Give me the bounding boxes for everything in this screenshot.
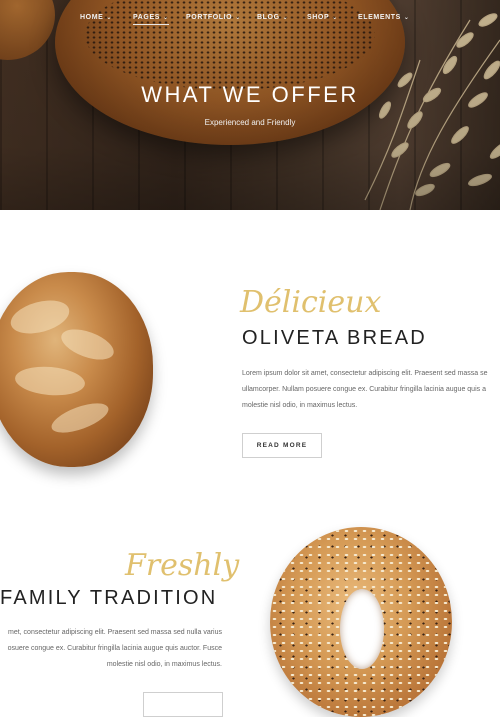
chevron-down-icon: ⌄ xyxy=(282,15,289,21)
read-more-button[interactable] xyxy=(143,692,223,717)
paragraph-line: ullamcorper. Nullam posuere congue ex. C… xyxy=(242,386,486,393)
nav-item-home[interactable]: HOME ⌄ xyxy=(80,14,112,21)
main-nav: HOME ⌄ PAGES ⌄ PORTFOLIO ⌄ BLOG ⌄ SHOP ⌄ ELEM… xyxy=(0,14,500,32)
nav-item-elements[interactable]: ELEMENTS ⌄ xyxy=(358,14,410,21)
section-paragraph: met, consectetur adipiscing elit. Praese… xyxy=(0,625,222,673)
chevron-down-icon: ⌄ xyxy=(332,15,338,21)
paragraph-line: molestie nisl odio, in maximus lectus. xyxy=(242,402,358,409)
chevron-down-icon: ⌄ xyxy=(106,15,113,21)
paragraph-line: molestie nisl odio, in maximus lectus. xyxy=(106,661,222,668)
section-heading: FAMILY TRADITION xyxy=(0,587,218,609)
hero-title: WHAT WE OFFER xyxy=(141,82,359,107)
nav-item-blog[interactable]: BLOG ⌄ xyxy=(257,14,288,21)
section-paragraph: Lorem ipsum dolor sit amet, consectetur … xyxy=(242,366,488,414)
chevron-down-icon: ⌄ xyxy=(403,15,410,21)
section-script-title: Freshly xyxy=(125,548,240,583)
section-heading: OLIVETA BREAD xyxy=(242,327,427,349)
paragraph-line: met, consectetur adipiscing elit. Praese… xyxy=(8,629,222,636)
nav-item-label: HOME xyxy=(80,14,104,21)
chevron-down-icon: ⌄ xyxy=(235,15,241,21)
nav-item-label: SHOP xyxy=(307,14,330,21)
nav-item-label: PAGES xyxy=(133,14,160,21)
nav-item-label: PORTFOLIO xyxy=(186,14,233,21)
nav-item-pages[interactable]: PAGES ⌄ xyxy=(133,14,169,25)
nav-item-portfolio[interactable]: PORTFOLIO ⌄ xyxy=(186,14,241,21)
paragraph-line: osuere congue ex. Curabitur fringilla la… xyxy=(7,645,222,652)
nav-item-label: ELEMENTS xyxy=(358,14,401,21)
hero-subtitle: Experienced and Friendly xyxy=(204,118,296,127)
sesame-bagel-image xyxy=(270,527,452,717)
section-script-title: Délicieux xyxy=(240,285,382,320)
nav-item-label: BLOG xyxy=(257,14,280,21)
chevron-down-icon: ⌄ xyxy=(163,15,169,21)
paragraph-line: Lorem ipsum dolor sit amet, consectetur … xyxy=(242,370,488,377)
nav-item-shop[interactable]: SHOP ⌄ xyxy=(307,14,338,21)
read-more-button[interactable]: READ MORE xyxy=(242,433,322,458)
rustic-bread-image xyxy=(0,272,153,467)
hero-banner: HOME ⌄ PAGES ⌄ PORTFOLIO ⌄ BLOG ⌄ SHOP ⌄ ELEM… xyxy=(0,0,500,210)
